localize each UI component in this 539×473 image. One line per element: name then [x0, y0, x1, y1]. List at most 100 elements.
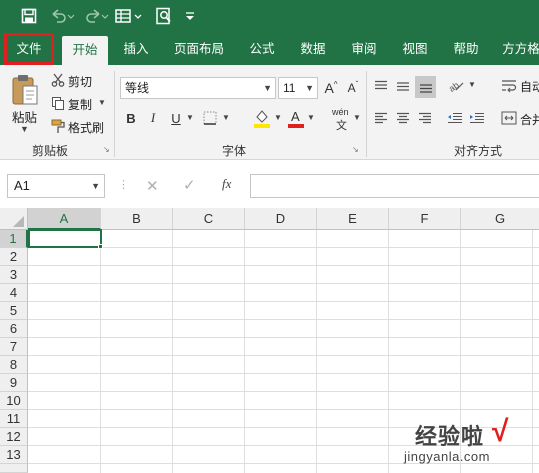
watermark-url: jingyanla.com	[404, 449, 490, 464]
increase-indent-icon[interactable]	[468, 109, 486, 127]
name-box[interactable]: A1 ▼	[7, 174, 105, 198]
save-icon[interactable]	[18, 6, 40, 26]
column-header-e[interactable]: E	[317, 208, 389, 230]
name-box-dropdown-icon[interactable]: ▼	[91, 175, 100, 197]
tab-file[interactable]: 文件	[4, 33, 54, 65]
print-preview-icon[interactable]	[153, 6, 175, 26]
row-header-3[interactable]: 3	[0, 266, 28, 284]
row-header-10[interactable]: 10	[0, 392, 28, 410]
wrap-text-label[interactable]: 自动	[520, 78, 539, 95]
font-launcher-icon[interactable]: ↘	[352, 145, 359, 154]
select-all-button[interactable]	[0, 208, 28, 230]
font-color-dropdown-icon[interactable]: ▼	[307, 113, 315, 122]
customize-icon[interactable]	[183, 6, 197, 26]
tab-page-layout[interactable]: 页面布局	[165, 33, 233, 65]
fill-color-icon[interactable]	[252, 107, 272, 129]
fill-color-dropdown-icon[interactable]: ▼	[274, 113, 282, 122]
column-header-f[interactable]: F	[389, 208, 461, 230]
form-icon[interactable]	[115, 6, 145, 26]
row-header-14[interactable]	[0, 464, 28, 473]
row-header-11[interactable]: 11	[0, 410, 28, 428]
wrap-text-icon[interactable]	[500, 76, 518, 96]
tab-review[interactable]: 审阅	[342, 33, 386, 65]
formula-input[interactable]	[250, 174, 539, 198]
undo-icon[interactable]	[48, 6, 76, 26]
phonetic-label-bottom[interactable]: 文	[336, 117, 347, 133]
font-size-value: 11	[283, 81, 296, 95]
orientation-icon[interactable]: ab	[446, 75, 466, 95]
cancel-icon[interactable]: ✕	[146, 177, 159, 195]
font-size-combo[interactable]: 11 ▼	[278, 77, 318, 99]
row-header-13[interactable]: 13	[0, 446, 28, 464]
clipboard-launcher-icon[interactable]: ↘	[103, 145, 110, 154]
grid-line	[244, 230, 245, 473]
tab-insert[interactable]: 插入	[114, 33, 158, 65]
tab-formulas[interactable]: 公式	[240, 33, 284, 65]
grid-line	[28, 409, 539, 410]
shrink-font-button[interactable]: Aˇ	[344, 77, 362, 99]
copy-dropdown-icon[interactable]: ▼	[98, 98, 106, 107]
align-middle-icon[interactable]	[394, 77, 412, 95]
underline-button[interactable]: U	[167, 108, 185, 128]
grid-line	[28, 373, 539, 374]
row-header-6[interactable]: 6	[0, 320, 28, 338]
column-header-c[interactable]: C	[173, 208, 245, 230]
tab-view[interactable]: 视图	[393, 33, 437, 65]
phonetic-label-top[interactable]: wén	[332, 107, 349, 117]
column-header-d[interactable]: D	[245, 208, 317, 230]
row-header-2[interactable]: 2	[0, 248, 28, 266]
tab-home[interactable]: 开始	[62, 36, 108, 65]
tab-help[interactable]: 帮助	[444, 33, 488, 65]
row-header-9[interactable]: 9	[0, 374, 28, 392]
row-header-12[interactable]: 12	[0, 428, 28, 446]
font-name-combo[interactable]: 等线 ▼	[120, 77, 276, 99]
borders-dropdown-icon[interactable]: ▼	[222, 113, 230, 122]
insert-function-icon[interactable]: fx	[222, 176, 231, 192]
orientation-dropdown-icon[interactable]: ▼	[468, 80, 476, 89]
column-header-a[interactable]: A	[28, 208, 101, 230]
font-color-icon[interactable]: A	[287, 107, 305, 129]
align-top-icon[interactable]	[372, 77, 390, 95]
tab-fangfang[interactable]: 方方格	[496, 33, 539, 65]
merge-center-label[interactable]: 合并	[520, 111, 539, 128]
format-painter-label[interactable]: 格式刷	[68, 119, 104, 136]
tab-data[interactable]: 数据	[291, 33, 335, 65]
copy-label[interactable]: 复制	[68, 96, 92, 113]
row-header-1[interactable]: 1	[0, 230, 28, 248]
row-header-8[interactable]: 8	[0, 356, 28, 374]
align-right-icon[interactable]	[416, 109, 434, 127]
copy-icon[interactable]	[50, 95, 66, 111]
bold-button[interactable]: B	[122, 108, 140, 128]
decrease-indent-icon[interactable]	[446, 109, 464, 127]
row-header-4[interactable]: 4	[0, 284, 28, 302]
font-name-value: 等线	[125, 81, 150, 95]
underline-dropdown-icon[interactable]: ▼	[186, 113, 194, 122]
borders-icon[interactable]	[200, 108, 220, 128]
column-header-b[interactable]: B	[101, 208, 173, 230]
italic-button[interactable]: I	[144, 108, 162, 128]
align-bottom-icon[interactable]	[415, 76, 436, 98]
paste-icon[interactable]	[8, 71, 42, 107]
row-header-5[interactable]: 5	[0, 302, 28, 320]
grid-line	[532, 230, 533, 473]
align-left-icon[interactable]	[372, 109, 390, 127]
align-center-icon[interactable]	[394, 109, 412, 127]
active-cell-a1[interactable]	[28, 229, 102, 248]
row-header-7[interactable]: 7	[0, 338, 28, 356]
column-header-g[interactable]: G	[461, 208, 539, 230]
grid-line	[28, 301, 539, 302]
format-painter-icon[interactable]	[50, 118, 66, 134]
font-size-dropdown-icon[interactable]: ▼	[305, 78, 314, 98]
cut-icon[interactable]	[50, 72, 66, 88]
fill-handle[interactable]	[98, 244, 103, 249]
grow-font-button[interactable]: A ^	[322, 77, 340, 99]
font-name-dropdown-icon[interactable]: ▼	[263, 78, 272, 98]
paste-dropdown-icon[interactable]: ▼	[20, 124, 29, 134]
redo-icon[interactable]	[82, 6, 110, 26]
ribbon: 粘贴 ▼ 剪切 复制 ▼ 格式刷 剪贴板 ↘ 等线 ▼ 11 ▼ A ^ Aˇ B…	[0, 65, 539, 160]
enter-icon[interactable]: ✓	[183, 176, 196, 194]
phonetic-dropdown-icon[interactable]: ▼	[353, 113, 361, 122]
grid-line	[172, 230, 173, 473]
cut-label[interactable]: 剪切	[68, 73, 92, 90]
merge-center-icon[interactable]	[500, 109, 518, 127]
